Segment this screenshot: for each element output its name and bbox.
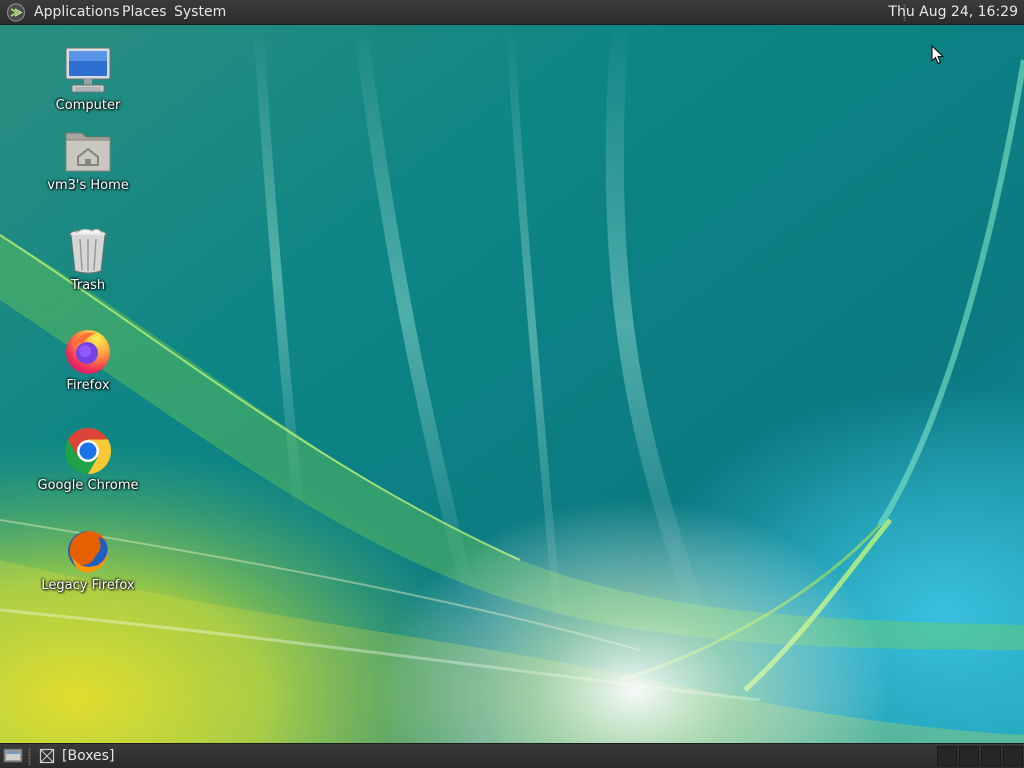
system-menu[interactable]: System	[172, 0, 228, 25]
desktop-wallpaper	[0, 0, 1024, 768]
desktop-icon-home[interactable]: vm3's Home	[33, 125, 143, 193]
desktop-icon-chrome[interactable]: Google Chrome	[33, 425, 143, 493]
chrome-icon	[65, 428, 111, 474]
desktop-icon-legacy-firefox[interactable]: Legacy Firefox	[33, 525, 143, 593]
desktop-icon-label: vm3's Home	[47, 178, 129, 193]
desktop-icon-label: Google Chrome	[37, 478, 139, 493]
desktop-icon-label: Computer	[55, 98, 121, 113]
computer-icon	[65, 47, 111, 93]
firefox-icon	[66, 330, 110, 374]
desktop-icon-computer[interactable]: Computer	[33, 45, 143, 113]
places-menu[interactable]: Places	[120, 0, 169, 25]
trash-icon	[69, 228, 107, 274]
top-panel: Applications Places System Thu Aug 24, 1…	[0, 0, 1024, 25]
workspace-2[interactable]	[959, 746, 979, 766]
desktop-icon-label: Legacy Firefox	[41, 578, 135, 593]
workspace-4[interactable]	[1003, 746, 1023, 766]
desktop-screen: Applications Places System Thu Aug 24, 1…	[0, 0, 1024, 768]
desktop-icon-label: Trash	[70, 278, 106, 293]
taskbar-window-button[interactable]: [Boxes]	[62, 744, 114, 768]
show-desktop-icon[interactable]	[3, 747, 23, 764]
home-folder-icon	[65, 132, 111, 172]
bottom-panel: [Boxes]	[0, 743, 1024, 768]
window-icon	[39, 748, 55, 764]
desktop-icon-trash[interactable]: Trash	[33, 225, 143, 293]
clock[interactable]: Thu Aug 24, 16:29	[888, 0, 1018, 25]
mouse-pointer-icon	[931, 45, 945, 65]
legacy-firefox-icon	[68, 531, 109, 573]
mate-logo-icon[interactable]	[6, 3, 26, 22]
workspace-1[interactable]	[937, 746, 957, 766]
desktop-icon-label: Firefox	[66, 378, 110, 393]
panel-grip-icon[interactable]	[28, 748, 31, 765]
desktop-icon-firefox[interactable]: Firefox	[33, 325, 143, 393]
workspace-3[interactable]	[981, 746, 1001, 766]
applications-menu[interactable]: Applications	[32, 0, 122, 25]
